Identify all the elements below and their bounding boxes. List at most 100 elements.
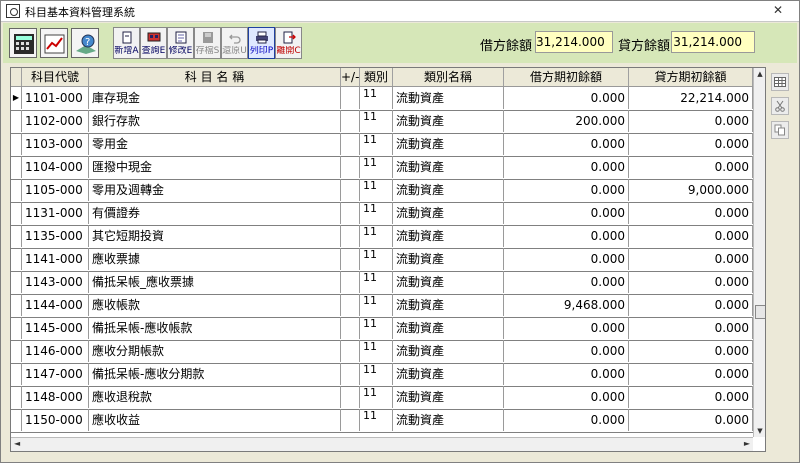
account-code-cell[interactable]: 1141-000 [22,248,89,270]
type-name-cell[interactable]: 流動資產 [393,363,504,385]
account-code-cell[interactable]: 1102-000 [22,110,89,132]
type-name-cell[interactable]: 流動資產 [393,317,504,339]
credit-opening-cell[interactable]: 0.000 [629,317,753,339]
sign-cell[interactable] [341,225,360,247]
type-code-cell[interactable]: 11 [360,294,393,316]
scroll-right-arrow[interactable]: ► [744,439,750,448]
type-code-cell[interactable]: 11 [360,156,393,178]
type-name-cell[interactable]: 流動資產 [393,294,504,316]
type-code-cell[interactable]: 11 [360,340,393,362]
account-name-cell[interactable]: 銀行存款 [89,110,341,132]
vertical-scrollbar[interactable]: ▲ ▼ [753,68,765,437]
row-indicator[interactable] [11,386,22,408]
type-code-cell[interactable]: 11 [360,225,393,247]
credit-opening-cell[interactable]: 0.000 [629,294,753,316]
header-sign[interactable]: +/- [341,68,360,86]
row-indicator[interactable]: ▶ [11,87,22,109]
credit-opening-cell[interactable]: 0.000 [629,202,753,224]
type-code-cell[interactable]: 11 [360,386,393,408]
type-name-cell[interactable]: 流動資產 [393,340,504,362]
account-name-cell[interactable]: 應收退稅款 [89,386,341,408]
type-name-cell[interactable]: 流動資產 [393,386,504,408]
debit-opening-cell[interactable]: 0.000 [504,225,629,247]
accounts-grid[interactable]: 科目代號 科 目 名 稱 +/- 類別 類別名稱 借方期初餘額 貸方期初餘額 ▶… [10,67,766,452]
header-type-name[interactable]: 類別名稱 [393,68,504,86]
type-name-cell[interactable]: 流動資產 [393,133,504,155]
row-indicator[interactable] [11,340,22,362]
credit-opening-cell[interactable]: 0.000 [629,271,753,293]
sign-cell[interactable] [341,248,360,270]
sign-cell[interactable] [341,156,360,178]
type-code-cell[interactable]: 11 [360,317,393,339]
account-name-cell[interactable]: 備抵呆帳_應收票據 [89,271,341,293]
table-row[interactable]: 1141-000 應收票據 11 流動資產 0.000 0.000 [11,248,753,272]
debit-opening-cell[interactable]: 0.000 [504,248,629,270]
row-indicator[interactable] [11,409,22,431]
table-row[interactable]: 1104-000 匯撥中現金 11 流動資產 0.000 0.000 [11,156,753,180]
row-indicator[interactable] [11,133,22,155]
type-name-cell[interactable]: 流動資產 [393,156,504,178]
account-code-cell[interactable]: 1144-000 [22,294,89,316]
credit-opening-cell[interactable]: 22,214.000 [629,87,753,109]
scroll-thumb[interactable] [755,305,765,319]
help-button[interactable]: ? [71,28,99,58]
query-button[interactable]: 查詢E [140,27,167,59]
account-name-cell[interactable]: 應收收益 [89,409,341,431]
account-code-cell[interactable]: 1131-000 [22,202,89,224]
row-indicator[interactable] [11,248,22,270]
table-row[interactable]: 1145-000 備抵呆帳-應收帳款 11 流動資產 0.000 0.000 [11,317,753,341]
debit-opening-cell[interactable]: 0.000 [504,156,629,178]
header-type[interactable]: 類別 [360,68,393,86]
table-row[interactable]: 1103-000 零用金 11 流動資產 0.000 0.000 [11,133,753,157]
account-code-cell[interactable]: 1150-000 [22,409,89,431]
row-indicator[interactable] [11,363,22,385]
undo-button[interactable]: 還原U [221,27,248,59]
save-button[interactable]: 存檔S [194,27,221,59]
row-indicator[interactable] [11,294,22,316]
table-row[interactable]: 1131-000 有價證券 11 流動資產 0.000 0.000 [11,202,753,226]
table-row[interactable]: ▶ 1101-000 庫存現金 11 流動資產 0.000 22,214.000 [11,87,753,111]
calculator-button[interactable] [9,28,37,58]
header-debit-opening[interactable]: 借方期初餘額 [504,68,629,86]
header-account-code[interactable]: 科目代號 [22,68,89,86]
row-indicator[interactable] [11,179,22,201]
account-name-cell[interactable]: 庫存現金 [89,87,341,109]
debit-opening-cell[interactable]: 0.000 [504,87,629,109]
table-row[interactable]: 1150-000 應收收益 11 流動資產 0.000 0.000 [11,409,753,433]
credit-opening-cell[interactable]: 0.000 [629,110,753,132]
table-row[interactable]: 1148-000 應收退稅款 11 流動資產 0.000 0.000 [11,386,753,410]
sign-cell[interactable] [341,202,360,224]
credit-opening-cell[interactable]: 0.000 [629,409,753,431]
debit-opening-cell[interactable]: 0.000 [504,409,629,431]
row-indicator[interactable] [11,225,22,247]
type-name-cell[interactable]: 流動資產 [393,248,504,270]
sign-cell[interactable] [341,110,360,132]
cut-button[interactable] [771,97,789,115]
row-indicator[interactable] [11,202,22,224]
print-button[interactable]: 列印P [248,27,275,59]
row-indicator[interactable] [11,156,22,178]
edit-button[interactable]: 修改E [167,27,194,59]
account-name-cell[interactable]: 零用金 [89,133,341,155]
table-row[interactable]: 1143-000 備抵呆帳_應收票據 11 流動資產 0.000 0.000 [11,271,753,295]
type-code-cell[interactable]: 11 [360,271,393,293]
credit-opening-cell[interactable]: 9,000.000 [629,179,753,201]
close-button[interactable]: ✕ [769,3,787,18]
credit-opening-cell[interactable]: 0.000 [629,133,753,155]
credit-opening-cell[interactable]: 0.000 [629,363,753,385]
row-indicator[interactable] [11,317,22,339]
table-row[interactable]: 1135-000 其它短期投資 11 流動資產 0.000 0.000 [11,225,753,249]
debit-opening-cell[interactable]: 0.000 [504,340,629,362]
debit-opening-cell[interactable]: 0.000 [504,386,629,408]
debit-opening-cell[interactable]: 0.000 [504,202,629,224]
type-code-cell[interactable]: 11 [360,202,393,224]
account-code-cell[interactable]: 1103-000 [22,133,89,155]
row-indicator[interactable] [11,110,22,132]
horizontal-scrollbar[interactable]: ◄ ► [11,437,753,451]
type-name-cell[interactable]: 流動資產 [393,202,504,224]
table-row[interactable]: 1146-000 應收分期帳款 11 流動資產 0.000 0.000 [11,340,753,364]
sign-cell[interactable] [341,294,360,316]
account-code-cell[interactable]: 1147-000 [22,363,89,385]
chart-button[interactable] [40,28,68,58]
account-code-cell[interactable]: 1135-000 [22,225,89,247]
